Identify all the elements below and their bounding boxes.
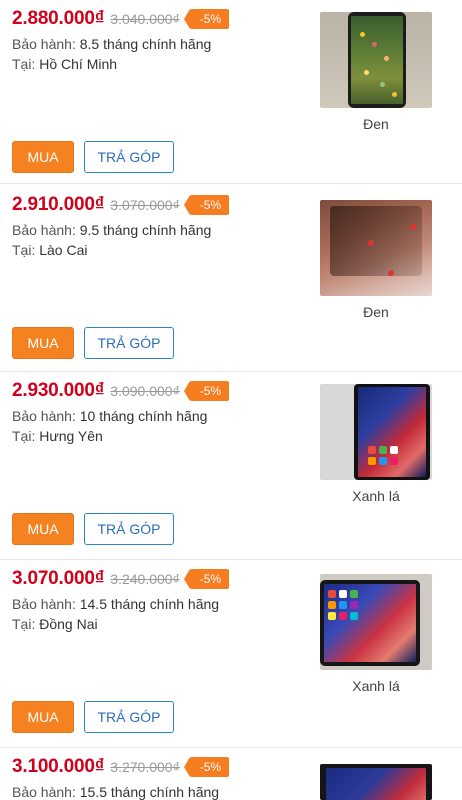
location-label: Tại:: [12, 56, 36, 72]
product-image[interactable]: [320, 574, 432, 670]
old-price: 3.040.000₫: [110, 11, 180, 27]
warranty-label: Bảo hành:: [12, 222, 76, 238]
location-info: Tại: Đồng Nai: [12, 616, 98, 632]
color-label: Đen: [363, 304, 389, 320]
warranty-label: Bảo hành:: [12, 408, 76, 424]
discount-badge: -5%: [183, 381, 230, 401]
discount-badge: -5%: [183, 9, 230, 29]
price: 2.880.000₫: [12, 8, 105, 29]
installment-button[interactable]: TRẢ GÓP: [84, 513, 174, 545]
price-row: 2.910.000₫ 3.070.000₫ -5%: [12, 194, 230, 216]
price-row: 2.880.000₫ 3.040.000₫ -5%: [12, 8, 230, 30]
discount-badge: -5%: [183, 569, 230, 589]
installment-button[interactable]: TRẢ GÓP: [84, 701, 174, 733]
buy-button[interactable]: MUA: [12, 141, 74, 173]
color-label: Xanh lá: [352, 678, 400, 694]
warranty-label: Bảo hành:: [12, 596, 76, 612]
price: 3.070.000₫: [12, 568, 105, 589]
buy-button[interactable]: MUA: [12, 513, 74, 545]
installment-button[interactable]: TRẢ GÓP: [84, 141, 174, 173]
price-row: 3.070.000₫ 3.240.000₫ -5%: [12, 568, 230, 590]
list-item[interactable]: 2.910.000₫ 3.070.000₫ -5% Bảo hành: 9.5 …: [0, 184, 462, 372]
list-item[interactable]: 2.880.000₫ 3.040.000₫ -5% Bảo hành: 8.5 …: [0, 0, 462, 184]
old-price: 3.070.000₫: [110, 197, 180, 213]
warranty-value: 15.5 tháng chính hãng: [79, 784, 220, 800]
location-value: Hồ Chí Minh: [39, 56, 118, 72]
warranty-label: Bảo hành:: [12, 36, 76, 52]
warranty-info: Bảo hành: 15.5 tháng chính hãng: [12, 784, 219, 800]
buy-button[interactable]: MUA: [12, 327, 74, 359]
discount-badge: -5%: [183, 757, 230, 777]
product-image[interactable]: [320, 200, 432, 296]
location-label: Tại:: [12, 428, 36, 444]
location-label: Tại:: [12, 616, 36, 632]
color-label: Xanh lá: [352, 488, 400, 504]
buy-button[interactable]: MUA: [12, 701, 74, 733]
warranty-value: 14.5 tháng chính hãng: [79, 596, 220, 612]
old-price: 3.270.000₫: [110, 759, 180, 775]
warranty-value: 10 tháng chính hãng: [79, 408, 208, 424]
product-image[interactable]: [320, 12, 432, 108]
location-value: Hưng Yên: [39, 428, 103, 444]
price-row: 3.100.000₫ 3.270.000₫ -5%: [12, 756, 230, 778]
price: 2.910.000₫: [12, 194, 105, 215]
price: 2.930.000₫: [12, 380, 105, 401]
location-value: Đồng Nai: [39, 616, 98, 632]
warranty-info: Bảo hành: 9.5 tháng chính hãng: [12, 222, 211, 238]
warranty-value: 8.5 tháng chính hãng: [79, 36, 212, 52]
list-item[interactable]: 3.070.000₫ 3.240.000₫ -5% Bảo hành: 14.5…: [0, 560, 462, 748]
product-image[interactable]: [320, 384, 432, 480]
warranty-value: 9.5 tháng chính hãng: [79, 222, 212, 238]
color-label: Đen: [363, 116, 389, 132]
location-value: Lào Cai: [39, 242, 88, 258]
list-item[interactable]: 3.100.000₫ 3.270.000₫ -5% Bảo hành: 15.5…: [0, 748, 462, 800]
warranty-label: Bảo hành:: [12, 784, 76, 800]
old-price: 3.240.000₫: [110, 571, 180, 587]
location-info: Tại: Hưng Yên: [12, 428, 103, 444]
price-row: 2.930.000₫ 3.090.000₫ -5%: [12, 380, 230, 402]
location-info: Tại: Hồ Chí Minh: [12, 56, 117, 72]
list-item[interactable]: 2.930.000₫ 3.090.000₫ -5% Bảo hành: 10 t…: [0, 372, 462, 560]
price: 3.100.000₫: [12, 756, 105, 777]
product-image[interactable]: [320, 764, 432, 800]
warranty-info: Bảo hành: 14.5 tháng chính hãng: [12, 596, 219, 612]
discount-badge: -5%: [183, 195, 230, 215]
location-label: Tại:: [12, 242, 36, 258]
location-info: Tại: Lào Cai: [12, 242, 88, 258]
old-price: 3.090.000₫: [110, 383, 180, 399]
warranty-info: Bảo hành: 10 tháng chính hãng: [12, 408, 207, 424]
warranty-info: Bảo hành: 8.5 tháng chính hãng: [12, 36, 211, 52]
product-listing: 2.880.000₫ 3.040.000₫ -5% Bảo hành: 8.5 …: [0, 0, 462, 800]
installment-button[interactable]: TRẢ GÓP: [84, 327, 174, 359]
